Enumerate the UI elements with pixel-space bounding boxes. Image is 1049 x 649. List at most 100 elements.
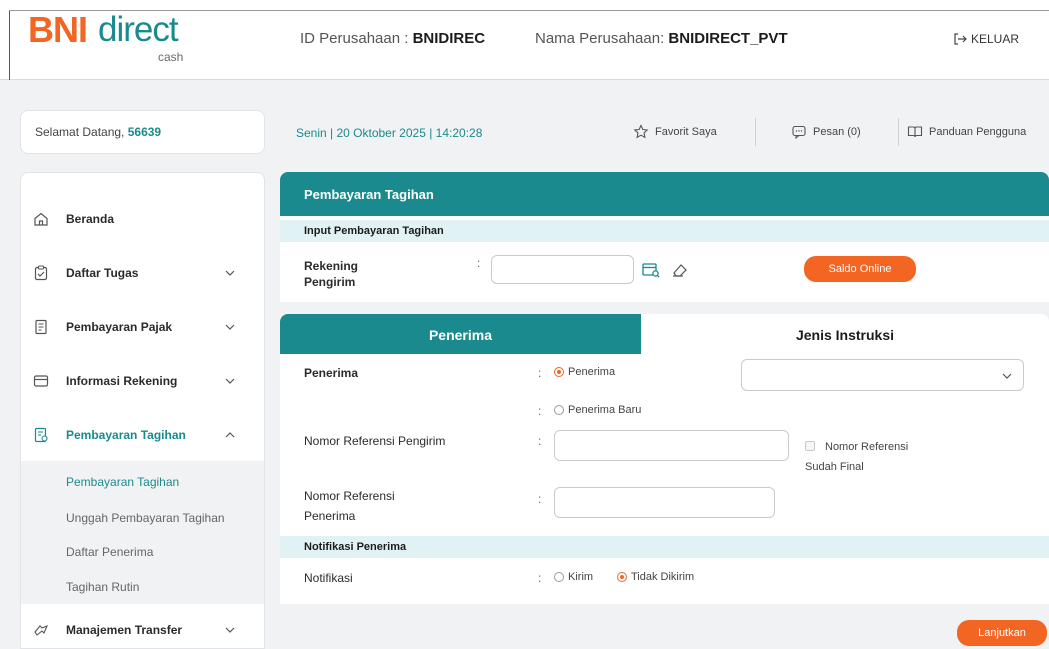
colon: : xyxy=(538,492,542,506)
chevron-down-icon xyxy=(1002,373,1012,379)
radio-label: Kirim xyxy=(568,571,594,583)
online-balance-button[interactable]: Saldo Online xyxy=(804,256,916,282)
radio-dot xyxy=(554,572,564,582)
welcome-label: Selamat Datang, xyxy=(35,125,128,139)
company-name-label: Nama Perusahaan: xyxy=(535,30,669,47)
sidebar-item-manajemen-transfer[interactable]: Manajemen Transfer xyxy=(21,610,264,648)
sidebar-item-label: Manajemen Transfer xyxy=(66,623,183,637)
clipboard-check-icon xyxy=(34,265,48,281)
radio-label: Tidak Dikirim xyxy=(631,571,695,583)
card-icon xyxy=(33,375,49,387)
submenu-pembayaran-tagihan: Pembayaran Tagihan Unggah Pembayaran Tag… xyxy=(21,461,264,604)
logout-button[interactable]: KELUAR xyxy=(953,32,1019,46)
sidebar-item-informasi-rekening[interactable]: Informasi Rekening xyxy=(21,361,264,401)
panel-title: Pembayaran Tagihan xyxy=(280,172,1049,216)
favorite-button[interactable]: Favorit Saya xyxy=(633,124,717,140)
user-guide-button[interactable]: Panduan Pengguna xyxy=(907,124,1026,140)
radio-notify-send[interactable]: Kirim xyxy=(554,571,593,583)
recipient-ref-label-2: Penerima xyxy=(304,509,356,523)
eraser-icon[interactable] xyxy=(671,262,689,278)
recipient-ref-input[interactable] xyxy=(554,487,775,518)
sidebar-item-daftar-tugas[interactable]: Daftar Tugas xyxy=(21,253,264,293)
colon: : xyxy=(538,571,542,585)
sender-account-input[interactable] xyxy=(491,255,634,284)
book-icon xyxy=(907,126,923,138)
receipt-icon xyxy=(35,319,47,335)
final-ref-checkbox[interactable] xyxy=(805,441,815,451)
recipient-label: Penerima xyxy=(304,366,359,380)
divider xyxy=(755,118,756,146)
section-notification-title: Notifikasi Penerima xyxy=(280,536,1049,558)
sidebar-item-label: Pembayaran Pajak xyxy=(66,320,173,334)
colon: : xyxy=(538,434,542,448)
chevron-down-icon xyxy=(225,324,235,330)
chat-icon xyxy=(792,125,806,140)
user-guide-label: Panduan Pengguna xyxy=(929,126,1027,138)
colon: : xyxy=(538,404,542,418)
company-name-value: BNIDIRECT_PVT xyxy=(668,30,788,47)
colon: : xyxy=(477,256,481,270)
top-header: BNI direct cash ID Perusahaan : BNIDIREC… xyxy=(0,0,1049,80)
sender-ref-label: Nomor Referensi Pengirim xyxy=(304,434,446,448)
notification-label: Notifikasi xyxy=(304,571,353,585)
logo-direct: direct xyxy=(98,10,179,49)
submenu-item-daftar-penerima[interactable]: Daftar Penerima xyxy=(66,545,153,559)
welcome-user-id: 56639 xyxy=(127,125,162,139)
colon: : xyxy=(538,366,542,380)
logout-icon xyxy=(954,33,967,45)
continue-button[interactable]: Lanjutkan xyxy=(957,620,1047,646)
sidebar-item-beranda[interactable]: Beranda xyxy=(21,199,264,239)
final-ref-label-2: Sudah Final xyxy=(805,461,864,473)
sidebar-item-pembayaran-pajak[interactable]: Pembayaran Pajak xyxy=(21,307,264,347)
sidebar-item-label: Beranda xyxy=(66,212,115,226)
recipient-panel: Penerima Jenis Instruksi Penerima : Pene… xyxy=(280,314,1049,604)
messages-button[interactable]: Pesan (0) xyxy=(791,124,861,140)
chevron-down-icon xyxy=(225,627,235,633)
sender-account-label: Rekening Pengirim xyxy=(304,259,359,289)
sidebar-item-label: Daftar Tugas xyxy=(66,266,139,280)
chevron-down-icon xyxy=(225,270,235,276)
messages-label: Pesan (0) xyxy=(813,126,861,138)
sidebar: Beranda Daftar Tugas Pembayaran Pajak In… xyxy=(20,172,265,649)
sidebar-item-pembayaran-tagihan[interactable]: Pembayaran Tagihan xyxy=(21,415,264,455)
current-datetime: Senin | 20 Oktober 2025 | 14:20:28 xyxy=(296,126,483,140)
home-icon xyxy=(34,212,48,226)
sender-ref-input[interactable] xyxy=(554,430,789,461)
company-name: Nama Perusahaan: BNIDIRECT_PVT xyxy=(535,30,788,47)
radio-notify-not-send[interactable]: Tidak Dikirim xyxy=(617,571,694,583)
bill-icon xyxy=(34,427,48,443)
sidebar-item-label: Informasi Rekening xyxy=(66,374,178,388)
account-list-icon[interactable] xyxy=(642,262,660,278)
welcome-box: Selamat Datang, 56639 xyxy=(20,110,265,154)
company-id-label: ID Perusahaan : xyxy=(300,30,413,47)
section-input-title: Input Pembayaran Tagihan xyxy=(280,220,1049,242)
submenu-item-tagihan-rutin[interactable]: Tagihan Rutin xyxy=(66,580,139,594)
company-id: ID Perusahaan : BNIDIREC xyxy=(300,30,485,47)
final-ref-label-1: Nomor Referensi xyxy=(825,441,909,453)
recipient-ref-label-1: Nomor Referensi xyxy=(304,489,395,503)
company-id-value: BNIDIREC xyxy=(412,30,486,47)
sidebar-item-label: Pembayaran Tagihan xyxy=(66,428,186,442)
chevron-up-icon xyxy=(225,432,235,438)
tab-penerima[interactable]: Penerima xyxy=(280,314,641,354)
radio-dot-selected xyxy=(554,367,564,377)
favorite-label: Favorit Saya xyxy=(655,126,717,138)
window-frame-left xyxy=(9,10,10,80)
radio-new-recipient[interactable]: Penerima Baru xyxy=(554,404,641,416)
radio-label: Penerima Baru xyxy=(568,404,642,416)
star-icon xyxy=(633,124,649,139)
bni-direct-logo[interactable]: BNI direct cash xyxy=(28,8,188,68)
radio-dot-selected xyxy=(617,572,627,582)
logo-cash: cash xyxy=(158,50,184,64)
bill-payment-panel: Pembayaran Tagihan Input Pembayaran Tagi… xyxy=(280,172,1049,302)
radio-existing-recipient[interactable]: Penerima xyxy=(554,366,615,378)
submenu-item-pembayaran-tagihan[interactable]: Pembayaran Tagihan xyxy=(66,475,179,489)
recipient-select[interactable] xyxy=(741,359,1024,391)
date-toolbar: Senin | 20 Oktober 2025 | 14:20:28 Favor… xyxy=(279,110,1049,154)
transfer-icon xyxy=(34,624,49,636)
submenu-item-unggah-pembayaran-tagihan[interactable]: Unggah Pembayaran Tagihan xyxy=(66,511,225,525)
tab-jenis-instruksi[interactable]: Jenis Instruksi xyxy=(641,314,1049,354)
divider xyxy=(898,118,899,146)
chevron-down-icon xyxy=(225,378,235,384)
radio-label: Penerima xyxy=(568,366,616,378)
